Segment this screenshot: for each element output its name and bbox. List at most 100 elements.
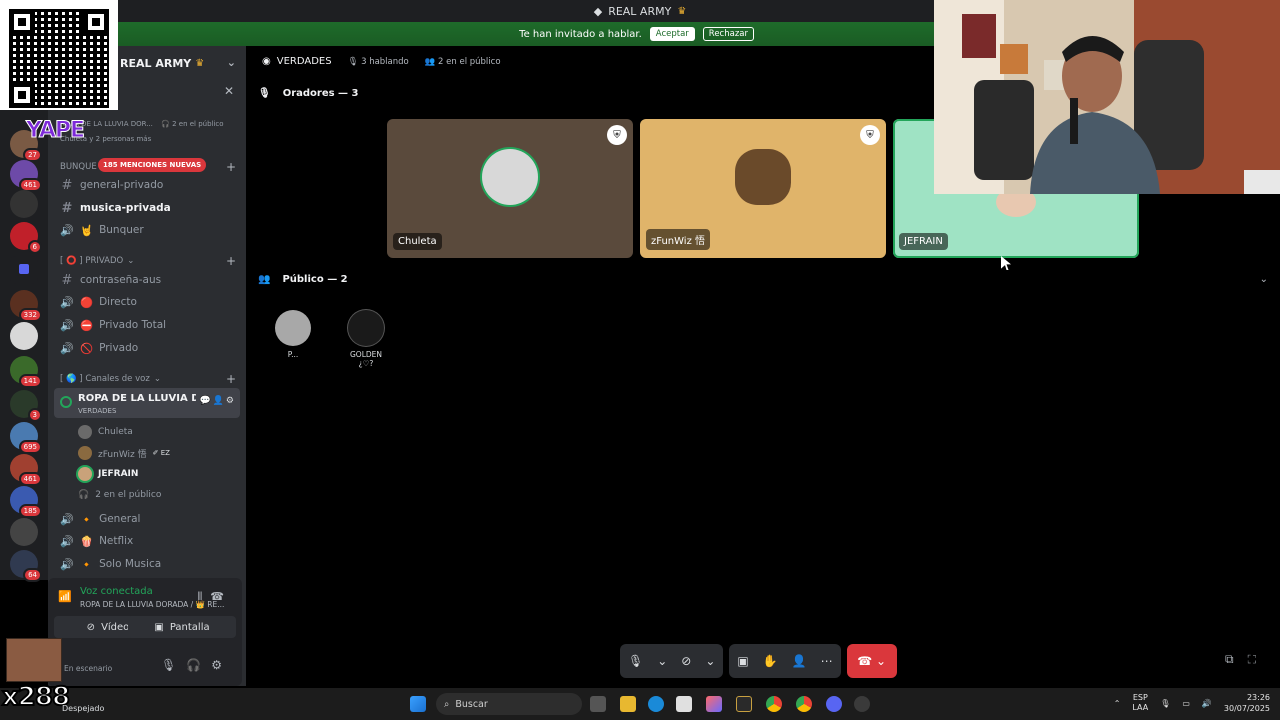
clock[interactable]: 23:26 30/07/2025 <box>1224 692 1270 714</box>
speaking-count: 🎙 3 hablando <box>347 56 409 67</box>
server-icon[interactable]: 332 <box>10 290 42 322</box>
channel-contrasena-aus[interactable]: # contraseña-aus <box>54 269 240 291</box>
more-icon[interactable]: ⋯ <box>821 654 833 668</box>
discord-icon[interactable] <box>826 696 842 712</box>
add-channel-icon[interactable]: + <box>226 254 236 268</box>
channel-general-privado[interactable]: # general-privado <box>54 174 240 196</box>
obs-icon[interactable] <box>854 696 870 712</box>
app-icon[interactable] <box>676 696 692 712</box>
mic-control[interactable]: 🎙 ⌄ ⊘ ⌄ <box>620 644 724 678</box>
channel-emoji: 🔸 <box>80 558 94 571</box>
chrome-icon[interactable] <box>796 696 812 712</box>
close-icon[interactable]: ✕ <box>224 84 234 98</box>
windows-start-icon[interactable] <box>410 696 426 712</box>
new-mentions-badge[interactable]: 185 MENCIONES NUEVAS <box>98 158 207 172</box>
stage-audience-count[interactable]: 🎧 2 en el público <box>78 485 161 505</box>
copilot-icon[interactable] <box>706 696 722 712</box>
server-icon[interactable]: 141 <box>10 356 42 388</box>
file-explorer-icon[interactable] <box>620 696 636 712</box>
counter-overlay: x288 <box>1 681 71 713</box>
chevron-up-icon[interactable]: ⌃ <box>1114 699 1121 708</box>
channel-privado-total[interactable]: 🔊 ⛔ Privado Total <box>54 314 240 336</box>
channel-musica-privada[interactable]: # musica-privada <box>54 197 240 219</box>
fullscreen-icon[interactable]: ⛶ <box>1248 652 1270 666</box>
chevron-down-icon[interactable]: ⌄ <box>1260 274 1268 285</box>
taskbar-search[interactable]: ⌕ Buscar <box>436 693 582 715</box>
stage-channel-active[interactable]: ROPA DE LA LLUVIA D... VERDADES 💬👤⚙ <box>54 388 240 418</box>
speaker-name: JEFRAIN <box>899 233 948 250</box>
avatar <box>78 425 92 439</box>
chevron-down-icon: ⌄ <box>153 374 161 384</box>
language-indicator[interactable]: ESP LAA <box>1132 693 1148 713</box>
category-voice[interactable]: [ 🌎 ] Canales de voz ⌄ + <box>60 372 236 386</box>
invite-message: Te han invitado a hablar. <box>519 28 642 40</box>
invite-icon[interactable]: 👤 <box>213 396 226 406</box>
channel-emoji: 🔸 <box>80 513 94 526</box>
add-channel-icon[interactable]: + <box>226 372 236 386</box>
stage-member[interactable]: JEFRAIN <box>78 464 138 484</box>
channel-solo-musica[interactable]: 🔊 🔸 Solo Musica <box>54 553 240 575</box>
share-screen-icon[interactable]: ▣ <box>737 654 748 668</box>
disconnect-icon[interactable]: ☎ <box>210 590 232 603</box>
soundboard-icon[interactable]: ⦀ <box>197 590 210 603</box>
audience-member[interactable]: P... <box>269 310 317 359</box>
category-bunker[interactable]: BUNQUE + <box>60 160 236 174</box>
disconnect-button[interactable]: ☎ ⌄ <box>846 644 897 678</box>
reject-invite-button[interactable]: Rechazar <box>702 27 754 41</box>
channel-general[interactable]: 🔊 🔸 General <box>54 508 240 530</box>
stage-member[interactable]: zFunWiz 悟 ✐ EZ <box>78 443 170 463</box>
server-icon[interactable]: 64 <box>10 550 42 582</box>
app-icon[interactable] <box>736 696 752 712</box>
hand-raise-icon[interactable]: ✋ <box>763 654 778 668</box>
category-private[interactable]: [ ⭕ ] PRIVADO ⌄ + <box>60 254 236 268</box>
server-icon[interactable]: 461 <box>10 160 42 192</box>
speaker-tile-chuleta[interactable]: ⛨ Chuleta <box>387 119 633 258</box>
server-icon[interactable] <box>10 518 38 546</box>
audience-text: 2 en el público <box>95 490 162 500</box>
stage-member[interactable]: Chuleta <box>78 422 133 442</box>
server-icon[interactable]: 3 <box>10 390 42 422</box>
server-icon[interactable]: 185 <box>10 486 42 518</box>
section-title: Público — 2 <box>282 274 348 285</box>
server-icon[interactable]: 461 <box>10 454 42 486</box>
voice-status[interactable]: Voz conectada <box>80 586 153 597</box>
yape-overlay: YAPE <box>25 118 85 144</box>
chat-icon[interactable]: 💬 <box>199 396 212 406</box>
folder-icon[interactable] <box>10 256 38 284</box>
add-channel-icon[interactable]: + <box>226 160 236 174</box>
screen-share-button[interactable]: ▣ Pantalla <box>128 616 236 638</box>
speaker-name: Chuleta <box>393 233 442 250</box>
microphone-icon[interactable]: 🎙 <box>161 658 186 672</box>
user-status: En escenario <box>64 664 113 673</box>
accept-invite-button[interactable]: Aceptar <box>649 27 695 41</box>
invite-icon[interactable]: 👤 <box>792 654 807 668</box>
edge-icon[interactable] <box>648 696 664 712</box>
audience-member[interactable]: GOLDEN ¿♡? <box>342 310 390 368</box>
popout-icon[interactable]: ⧉ <box>1225 652 1248 666</box>
gear-icon[interactable]: ⚙ <box>211 658 232 672</box>
category-label: [ 🌎 ] Canales de voz <box>60 374 150 384</box>
screen-label: Pantalla <box>169 621 210 633</box>
channel-emoji: ⛔ <box>80 319 94 332</box>
gear-icon[interactable]: ⚙ <box>226 396 236 406</box>
channel-directo[interactable]: 🔊 🔴 Directo <box>54 291 240 313</box>
channel-netflix[interactable]: 🔊 🍿 Netflix <box>54 530 240 552</box>
server-icon[interactable]: 695 <box>10 422 42 454</box>
chevron-down-icon: ⌄ <box>657 654 668 668</box>
microphone-icon[interactable]: 🎙 <box>1160 699 1170 708</box>
user-tools: 🎙🎧⚙ <box>161 658 232 672</box>
network-icon[interactable]: ▭ <box>1182 699 1190 708</box>
channel-bunquer[interactable]: 🔊 🤘 Bunquer <box>54 219 240 241</box>
server-icon[interactable] <box>10 322 38 350</box>
server-icon[interactable]: 6 <box>10 222 42 254</box>
qr-finder <box>9 9 35 35</box>
volume-icon[interactable]: 🔊 <box>1202 699 1212 708</box>
chrome-icon[interactable] <box>766 696 782 712</box>
audience-name: P... <box>287 350 299 359</box>
channel-privado[interactable]: 🔊 🚫 Privado <box>54 337 240 359</box>
task-view-icon[interactable] <box>590 696 606 712</box>
headphones-icon[interactable]: 🎧 <box>186 658 211 672</box>
hash-icon: # <box>61 177 73 193</box>
speaker-tile-zfunwiz[interactable]: ⛨ zFunWiz 悟 <box>640 119 886 258</box>
server-icon[interactable] <box>10 190 38 218</box>
